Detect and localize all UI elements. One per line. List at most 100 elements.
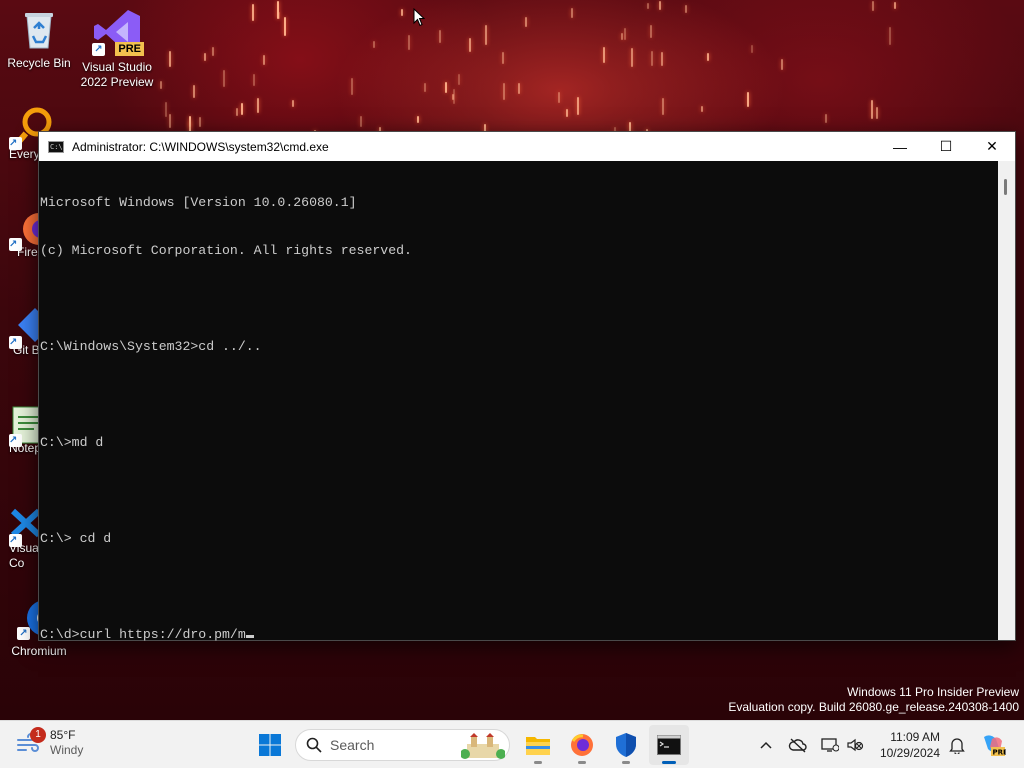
wallpaper-spark [452,89,455,104]
wallpaper-spark [253,73,256,87]
shortcut-arrow-icon: ↗ [9,434,22,447]
desktop-icon-label: Recycle Bin [7,56,71,70]
wallpaper-spark [557,92,560,103]
search-highlight-castle-icon [461,733,505,759]
wallpaper-spark [417,115,420,123]
vertical-scrollbar[interactable] [998,161,1015,640]
start-button[interactable] [250,725,290,765]
maximize-button[interactable]: ☐ [923,132,969,161]
taskbar-windows-security[interactable] [606,725,646,765]
wallpaper-spark [706,52,709,61]
recycle-bin-icon [17,8,61,52]
wallpaper-spark [401,9,404,16]
wallpaper-spark [203,53,206,61]
close-button[interactable]: ✕ [969,132,1015,161]
minimize-button[interactable]: — [877,132,923,161]
wallpaper-spark [168,50,171,67]
console-input-line[interactable]: C:\d>curl https://dro.pm/m [40,627,998,643]
wallpaper-spark [700,105,703,112]
taskbar-search-box[interactable]: Search [295,729,510,761]
search-icon [306,737,322,753]
wallpaper-spark [875,107,878,120]
wallpaper-spark [256,98,259,113]
volume-muted-icon[interactable] [843,733,867,757]
clock-date: 10/29/2024 [879,746,940,760]
wallpaper-spark [198,117,201,127]
cmd-app-icon: C:\ [48,140,64,153]
desktop-icon-visual-studio-preview[interactable]: PRE ↗ Visual Studio 2022 Preview [79,8,155,90]
cmd-window[interactable]: C:\ Administrator: C:\WINDOWS\system32\c… [38,131,1016,643]
copilot-preview-icon[interactable]: PRE [978,733,1008,757]
shortcut-arrow-icon: ↗ [92,43,105,56]
console-line: Microsoft Windows [Version 10.0.26080.1] [40,195,357,210]
weather-widget[interactable]: 1 85°F Windy [16,727,84,758]
wallpaper-spark [193,84,196,98]
wallpaper-spark [241,102,244,115]
wallpaper-spark [525,17,528,28]
wallpaper-spark [624,28,627,41]
shortcut-arrow-icon: ↗ [9,534,22,547]
network-icon[interactable] [818,733,842,757]
scrollbar-thumb[interactable] [1004,179,1007,195]
console-line: C:\> cd d [40,531,112,546]
folder-icon [526,737,550,755]
text-cursor [245,635,254,638]
wallpaper-spark [650,50,653,67]
svg-text:PRE: PRE [993,749,1007,757]
wallpaper-spark [350,78,353,95]
taskbar: 1 85°F Windy Search 11:09 AM 10/29/2024 … [0,720,1024,768]
wallpaper-spark [620,32,623,41]
wallpaper-spark [188,116,191,127]
wallpaper-spark [457,73,460,86]
running-indicator [578,761,586,764]
wallpaper-spark [164,102,167,117]
wallpaper-spark [871,100,874,119]
wind-icon: 1 [16,727,46,755]
show-hidden-icons-chevron-icon[interactable] [754,733,778,757]
wallpaper-spark [291,100,294,107]
wallpaper-spark [468,37,471,53]
wallpaper-spark [212,47,215,56]
mouse-pointer-icon [413,8,425,27]
wallpaper-spark [444,82,447,93]
onedrive-offline-icon[interactable] [786,733,810,757]
taskbar-file-explorer[interactable] [518,725,558,765]
console-output[interactable]: Microsoft Windows [Version 10.0.26080.1]… [39,161,998,643]
wallpaper-spark [283,16,286,36]
weather-alert-badge: 1 [30,727,46,743]
desktop-icon-recycle-bin[interactable]: Recycle Bin [1,8,77,71]
wallpaper-spark [658,0,661,10]
notifications-bell-icon[interactable] [945,733,969,757]
wallpaper-spark [262,55,265,66]
weather-temperature: 85°F [50,728,76,742]
taskbar-command-prompt[interactable] [649,725,689,765]
wallpaper-spark [160,80,163,89]
shortcut-arrow-icon: ↗ [9,336,22,349]
console-line: (c) Microsoft Corporation. All rights re… [40,243,412,258]
current-command: C:\d>curl https://dro.pm/m [40,627,246,642]
wallpaper-spark [484,24,487,45]
wallpaper-spark [251,4,254,21]
wallpaper-spark [630,48,633,68]
wallpaper-spark [662,97,665,115]
wallpaper-spark [438,29,441,44]
wallpaper-spark [503,82,506,100]
preview-badge: PRE [115,42,144,56]
wallpaper-spark [889,27,892,45]
watermark-line-2: Evaluation copy. Build 26080.ge_release.… [728,700,1019,714]
wallpaper-spark [518,82,521,95]
wallpaper-spark [235,108,238,116]
wallpaper-spark [223,70,226,88]
taskbar-clock[interactable]: 11:09 AM 10/29/2024 [880,729,940,761]
wallpaper-spark [576,97,579,115]
cmd-titlebar[interactable]: C:\ Administrator: C:\WINDOWS\system32\c… [39,132,1015,161]
wallpaper-spark [423,82,426,93]
taskbar-firefox[interactable] [562,725,602,765]
shortcut-arrow-icon: ↗ [17,627,30,640]
visual-studio-icon: PRE ↗ [92,8,144,56]
wallpaper-spark [660,52,663,66]
running-indicator [622,761,630,764]
windows-logo-icon [259,734,281,756]
weather-condition: Windy [50,743,84,757]
